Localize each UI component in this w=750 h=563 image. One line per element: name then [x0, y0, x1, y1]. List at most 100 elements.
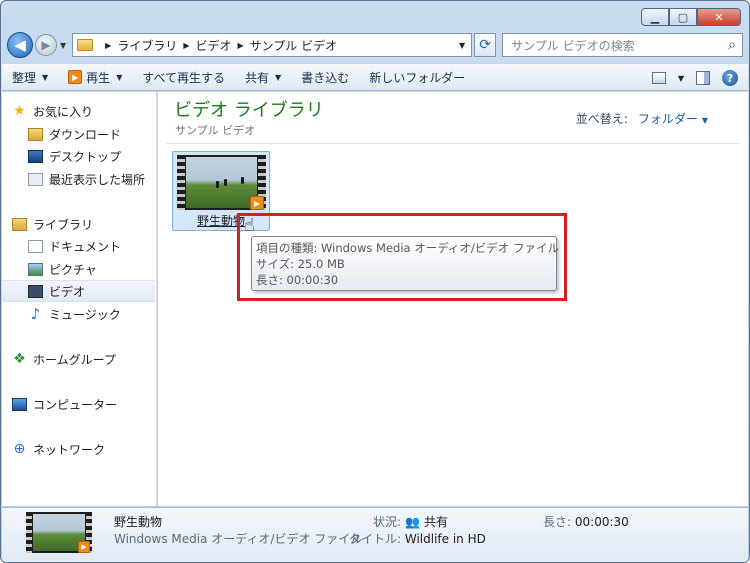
- details-file-type: Windows Media オーディオ/ビデオ ファイル: [114, 532, 363, 546]
- bird: [241, 177, 244, 184]
- nav-videos-label: ビデオ: [49, 284, 86, 299]
- wildlife-scene: [186, 157, 257, 208]
- address-bar[interactable]: ▶ ライブラリ ▶ ビデオ ▶ サンプル ビデオ ▼: [72, 33, 473, 57]
- nav-libraries[interactable]: ライブラリ: [2, 213, 155, 235]
- explorer-window: ▁ ▢ ✕ ◀ ▶ ▼ ▶ ライブラリ ▶ ビデオ ▶ サンプル ビデオ ▼ ⟳…: [0, 0, 750, 563]
- nav-computer[interactable]: コンピューター: [2, 393, 155, 415]
- change-view-icon[interactable]: [651, 72, 666, 84]
- nav-desktop-label: デスクトップ: [49, 149, 122, 164]
- pictures-icon: [28, 262, 43, 276]
- media-play-icon: ▶: [250, 196, 264, 210]
- nav-music-label: ミュージック: [49, 307, 121, 322]
- nav-pictures[interactable]: ピクチャ: [2, 258, 155, 280]
- nav-pictures-label: ピクチャ: [49, 262, 97, 277]
- music-icon: ♪: [30, 305, 41, 323]
- nav-favorites-label: お気に入り: [33, 104, 94, 119]
- burn-label: 書き込む: [301, 70, 350, 85]
- folder-icon: [77, 39, 94, 51]
- command-bar: 整理 ▼ ▶ 再生 ▼ すべて再生する 共有 ▼ 書き込む 新しいフォルダー ▼ ?: [2, 63, 748, 91]
- nav-desktop[interactable]: デスクトップ: [2, 145, 155, 167]
- title-label: タイトル:: [349, 532, 402, 546]
- chevron-down-icon: ▼: [42, 72, 49, 82]
- play-label: 再生: [86, 70, 111, 85]
- length-value: 00:00:30: [574, 515, 629, 529]
- bird: [224, 179, 227, 186]
- breadcrumb-sample-videos[interactable]: サンプル ビデオ: [250, 37, 337, 54]
- nav-documents[interactable]: ドキュメント: [2, 235, 155, 257]
- chevron-down-icon: ▼: [275, 72, 282, 82]
- play-all-label: すべて再生する: [142, 70, 226, 85]
- details-thumbnail: ▶: [26, 512, 92, 553]
- details-file-name: 野生動物: [114, 515, 163, 529]
- back-button[interactable]: ◀: [7, 32, 33, 58]
- search-input[interactable]: サンプル ビデオの検索 ⌕: [502, 33, 743, 57]
- homegroup-icon: ❖: [13, 351, 26, 367]
- nav-videos[interactable]: ビデオ: [2, 280, 155, 302]
- video-icon: [28, 284, 43, 298]
- view-controls: ▼ ?: [651, 64, 738, 92]
- arrange-label: 並べ替え:: [575, 112, 628, 126]
- recent-pages-dropdown[interactable]: ▼: [60, 41, 66, 50]
- new-folder-button[interactable]: 新しいフォルダー: [359, 63, 475, 91]
- desktop-icon: [28, 149, 43, 163]
- minimize-button[interactable]: ▁: [641, 8, 669, 26]
- close-button[interactable]: ✕: [697, 8, 741, 26]
- details-title: タイトル: Wildlife in HD: [349, 530, 486, 547]
- navigation-row: ◀ ▶ ▼ ▶ ライブラリ ▶ ビデオ ▶ サンプル ビデオ ▼ ⟳ サンプル …: [7, 31, 743, 59]
- chevron-right-icon[interactable]: ▶: [105, 41, 111, 50]
- caption-buttons: ▁ ▢ ✕: [641, 8, 741, 26]
- library-icon: [12, 217, 27, 231]
- nav-homegroup[interactable]: ❖ ホームグループ: [2, 348, 155, 370]
- arrange-value[interactable]: フォルダー: [638, 112, 698, 126]
- play-button[interactable]: ▶ 再生 ▼: [58, 63, 132, 91]
- organize-label: 整理: [12, 70, 37, 85]
- nav-homegroup-label: ホームグループ: [33, 352, 116, 367]
- play-icon: ▶: [68, 70, 83, 84]
- nav-favorites[interactable]: ★ お気に入り: [2, 100, 155, 122]
- forward-button[interactable]: ▶: [35, 34, 57, 56]
- nav-downloads[interactable]: ダウンロード: [2, 123, 155, 145]
- chevron-right-icon[interactable]: ▶: [183, 41, 189, 50]
- help-icon[interactable]: ?: [722, 70, 738, 86]
- nav-computer-label: コンピューター: [33, 397, 118, 412]
- nav-libraries-label: ライブラリ: [33, 217, 94, 232]
- nav-network[interactable]: ⊕ ネットワーク: [2, 438, 155, 460]
- chevron-down-icon[interactable]: ▼: [702, 116, 708, 125]
- breadcrumb-libraries[interactable]: ライブラリ: [117, 37, 177, 54]
- refresh-button[interactable]: ⟳: [474, 33, 497, 57]
- share-label: 共有: [245, 70, 270, 85]
- share-button[interactable]: 共有 ▼: [235, 63, 291, 91]
- nav-network-label: ネットワーク: [33, 442, 106, 457]
- chevron-right-icon[interactable]: ▶: [238, 41, 244, 50]
- nav-recent-places[interactable]: 最近表示した場所: [2, 168, 155, 190]
- maximize-button[interactable]: ▢: [669, 8, 697, 26]
- play-all-button[interactable]: すべて再生する: [132, 63, 235, 91]
- video-thumbnail: ▶: [177, 155, 266, 210]
- search-placeholder: サンプル ビデオの検索: [511, 38, 635, 53]
- library-title: ビデオ ライブラリ: [174, 100, 324, 121]
- search-icon[interactable]: ⌕: [728, 37, 736, 53]
- document-icon: [28, 239, 43, 253]
- content-area: ビデオ ライブラリ サンプル ビデオ 並べ替え: フォルダー ▼ ▶ 野生動物 ☝ …: [158, 92, 748, 506]
- computer-icon: [12, 397, 27, 411]
- star-icon: ★: [13, 103, 26, 119]
- burn-button[interactable]: 書き込む: [291, 63, 359, 91]
- details-length: 長さ: 00:00:30: [543, 513, 629, 530]
- preview-pane-icon[interactable]: [696, 71, 710, 85]
- network-icon: ⊕: [13, 441, 26, 457]
- highlight-box: [237, 213, 567, 301]
- title-value[interactable]: Wildlife in HD: [405, 532, 486, 546]
- nav-documents-label: ドキュメント: [49, 239, 122, 254]
- status-value: 共有: [424, 515, 449, 529]
- breadcrumb-videos[interactable]: ビデオ: [195, 37, 231, 54]
- view-dropdown-icon[interactable]: ▼: [678, 74, 684, 83]
- filmstrip-left: [26, 512, 32, 553]
- nav-downloads-label: ダウンロード: [49, 127, 122, 142]
- details-status: 状況: 👥 共有: [373, 513, 448, 530]
- status-label: 状況:: [373, 515, 402, 529]
- bird: [216, 181, 219, 188]
- organize-button[interactable]: 整理 ▼: [2, 63, 58, 91]
- nav-music[interactable]: ♪ ミュージック: [2, 303, 155, 325]
- address-dropdown-icon[interactable]: ▼: [459, 41, 465, 50]
- recent-places-icon: [28, 172, 43, 186]
